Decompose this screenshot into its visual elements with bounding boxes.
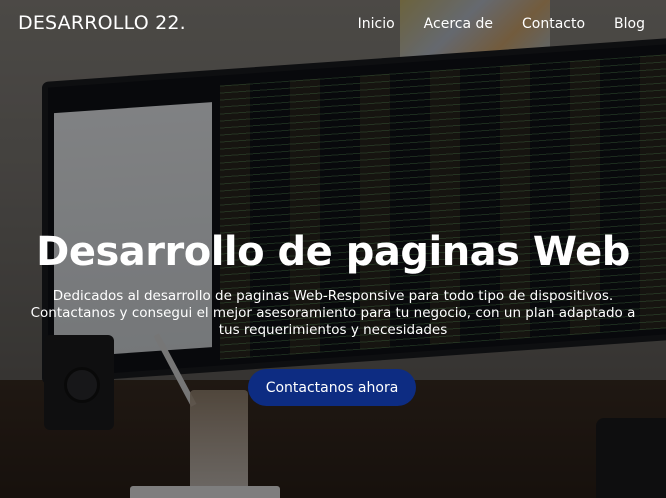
nav-link-blog[interactable]: Blog	[614, 16, 645, 32]
nav-link-contacto[interactable]: Contacto	[522, 16, 585, 32]
hero-title: Desarrollo de paginas Web	[36, 229, 630, 275]
brand-logo-link[interactable]: DESARROLLO 22.	[18, 12, 186, 34]
hero-description: Dedicados al desarrollo de paginas Web-R…	[30, 288, 636, 338]
hero-content: Desarrollo de paginas Web Dedicados al d…	[0, 226, 666, 339]
nav-link-inicio[interactable]: Inicio	[358, 16, 395, 32]
nav-link-acerca-de[interactable]: Acerca de	[424, 16, 493, 32]
contact-now-button[interactable]: Contactanos ahora	[248, 369, 416, 406]
navbar: DESARROLLO 22. Inicio Acerca de Contacto…	[0, 0, 666, 50]
hero-section: DESARROLLO 22. Inicio Acerca de Contacto…	[0, 0, 666, 498]
nav-links: Inicio Acerca de Contacto Blog	[329, 16, 645, 32]
